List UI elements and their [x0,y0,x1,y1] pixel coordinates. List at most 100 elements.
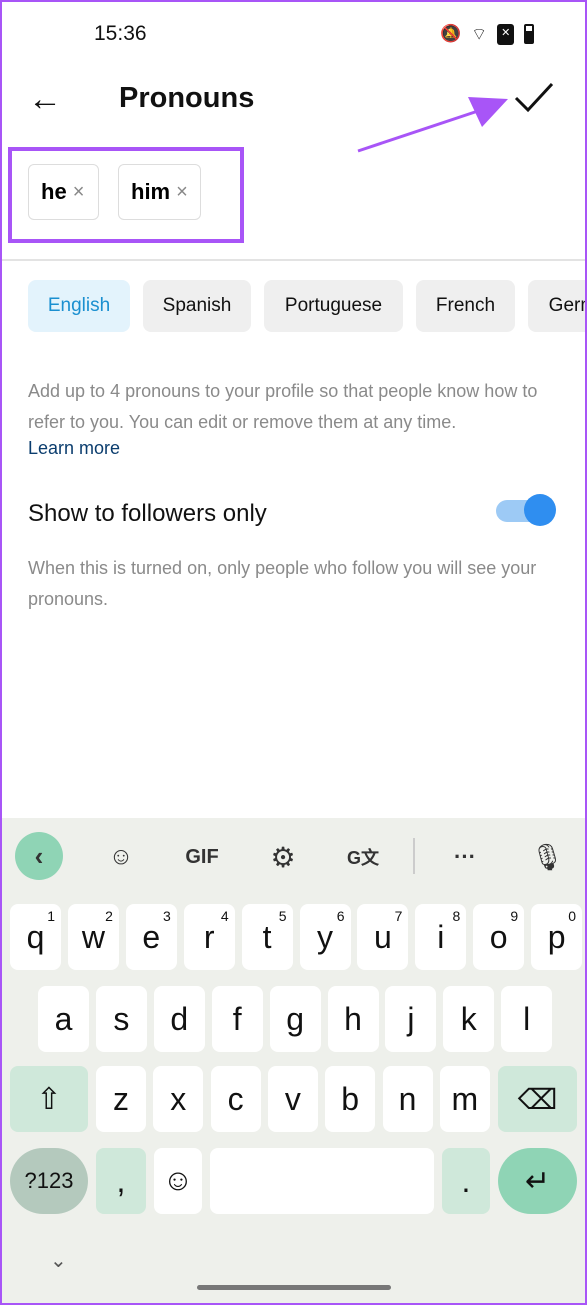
key-i[interactable]: i8 [415,904,467,970]
shift-key[interactable]: ⇧ [10,1066,88,1132]
key-label: h [344,1000,362,1037]
key-label: m [451,1080,479,1117]
key-label: f [232,1000,242,1037]
hide-keyboard-chevron-icon[interactable]: ⌄ [50,1248,67,1273]
key-c[interactable]: c [210,1066,261,1132]
key-u[interactable]: u7 [357,904,409,970]
status-time: 15:36 [94,22,147,45]
key-h[interactable]: h [327,986,379,1052]
key-label: q [26,918,45,955]
remove-icon[interactable]: × [73,181,85,204]
sticker-icon[interactable]: ☺ [104,832,138,882]
key-label: r [203,918,215,955]
key-label: y [317,918,333,955]
key-hint: 2 [105,908,113,924]
gif-button[interactable]: GIF [180,832,224,882]
key-label: z [113,1080,129,1117]
key-r[interactable]: r4 [183,904,235,970]
settings-gear-icon[interactable]: ⚙ [266,832,300,882]
key-hint: 4 [220,908,229,924]
toolbar-divider [413,838,415,874]
key-d[interactable]: d [153,986,205,1052]
key-j[interactable]: j [385,986,437,1052]
key-g[interactable]: g [269,986,321,1052]
key-e[interactable]: e3 [125,904,177,970]
key-q[interactable]: q1 [10,904,61,970]
key-s[interactable]: s [95,986,147,1052]
key-label: k [460,1000,477,1037]
key-k[interactable]: k [443,986,495,1052]
remove-icon[interactable]: × [176,181,188,204]
key-label: u [373,918,392,955]
key-label: n [398,1080,417,1117]
translate-icon[interactable]: G文 [346,832,380,882]
comma-key[interactable]: , [96,1148,146,1214]
key-label: o [489,918,508,955]
key-label: b [341,1080,360,1117]
key-l[interactable]: l [501,986,553,1052]
key-row-2: a sdfgh j k l [0,986,587,1052]
divider [0,259,587,261]
key-hint: 1 [47,908,55,924]
key-v[interactable]: v [267,1066,318,1132]
language-chip-english[interactable]: English [28,280,130,332]
key-hint: 7 [394,908,403,924]
followers-only-toggle[interactable] [496,494,556,526]
key-n[interactable]: n [382,1066,433,1132]
collapse-toolbar-chevron-icon[interactable]: ‹ [15,832,63,880]
key-label: w [81,918,105,955]
page-title: Pronouns [119,82,255,114]
key-hint: 3 [163,908,171,924]
key-label: j [407,1000,415,1037]
more-icon[interactable]: ··· [448,832,482,882]
pronoun-chip-him[interactable]: him × [118,164,201,220]
key-o[interactable]: o9 [473,904,525,970]
key-label: a [54,1000,73,1037]
backspace-key[interactable]: ⌫ [498,1066,577,1132]
chip-label: he [41,179,67,204]
key-y[interactable]: y6 [299,904,351,970]
followers-only-label: Show to followers only [28,500,267,527]
emoji-key[interactable]: ☺ [154,1148,202,1214]
key-hint: 5 [278,908,287,924]
key-p[interactable]: p0 [531,904,583,970]
chip-label: him [131,179,171,204]
language-chip-spanish[interactable]: Spanish [143,280,251,332]
bell-off-icon: 🔕 [440,24,462,43]
keyboard-toolbar: ‹ ☺ GIF ⚙ G文 ··· 🎙 [0,832,587,882]
key-row-3: ⇧ ⌫ z x c v b nm [0,1066,587,1132]
pronoun-chip-he[interactable]: he × [28,164,99,220]
key-label: c [227,1080,244,1117]
key-label: s [113,1000,130,1037]
language-chip-scroller[interactable]: English Spanish Portuguese French German [0,280,587,332]
key-a[interactable]: a [38,986,89,1052]
pronouns-description: Add up to 4 pronouns to your profile so … [28,381,538,432]
annotation-arrow [357,97,508,153]
key-hint: 6 [336,908,345,924]
learn-more-link[interactable]: Learn more [28,438,120,459]
microphone-icon[interactable]: 🎙 [530,832,564,882]
check-icon[interactable] [512,80,556,116]
followers-only-description: When this is turned on, only people who … [28,558,537,609]
key-t[interactable]: t5 [241,904,293,970]
back-arrow-icon[interactable]: ← [28,82,62,116]
keyboard: ‹ ☺ GIF ⚙ G文 ··· 🎙 q1w2e3r4t5y6u7i8o9p0 … [0,818,587,1305]
language-chip-french[interactable]: French [416,280,515,332]
key-label: l [523,1000,531,1037]
key-z[interactable]: z [96,1066,146,1132]
home-indicator[interactable] [197,1285,391,1290]
key-m[interactable]: m [439,1066,490,1132]
wifi-icon: ⌔ [471,25,488,44]
enter-key[interactable]: ↵ [498,1148,577,1214]
period-key[interactable]: . [442,1148,490,1214]
language-chip-portuguese[interactable]: Portuguese [264,280,403,332]
key-label: i [437,918,445,955]
key-w[interactable]: w2 [67,904,119,970]
key-f[interactable]: f [211,986,263,1052]
battery-icon [524,24,535,44]
symbols-key[interactable]: ?123 [10,1148,88,1214]
key-b[interactable]: b [325,1066,376,1132]
space-key[interactable] [210,1148,434,1214]
language-chip-german[interactable]: German [528,280,587,332]
key-x[interactable]: x [153,1066,204,1132]
